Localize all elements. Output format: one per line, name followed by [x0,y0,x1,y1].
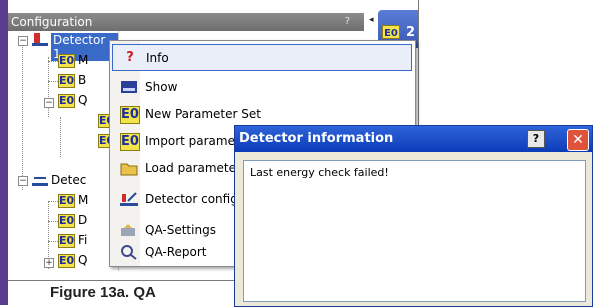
close-button[interactable]: ✕ [567,129,589,151]
menu-item-label: Load parameter [145,161,241,175]
configuration-tree: − Detector 1 E0 M E0 B − E0 Q E0 E0 − De… [8,31,119,271]
svg-text:E0: E0 [384,28,398,39]
collapse-toggle[interactable]: − [44,98,54,108]
tree-item[interactable]: M [78,53,88,67]
tree-item[interactable]: Q [78,93,87,107]
menu-item-label: QA-Settings [145,223,216,237]
dialog-title: Detector information [239,131,394,146]
collapse-toggle[interactable]: − [18,36,28,46]
menu-item-label: Show [145,80,178,94]
menu-item-new-parameter-set[interactable]: E0 New Parameter Set [112,101,412,128]
expand-toggle[interactable]: + [44,258,54,268]
pin-arrow-icon[interactable]: ◂ [369,15,374,25]
tree-item[interactable]: Fi [78,233,87,247]
left-accent-bar [0,0,8,305]
menu-item-info[interactable]: ? Info [112,44,412,71]
parameter-icon: E0 [120,106,140,124]
detector-information-dialog: Detector information ? ✕ Last energy che… [234,125,593,307]
dialog-message: Last energy check failed! [250,166,389,179]
show-icon [120,79,138,95]
detector-icon [32,33,48,47]
tree-item[interactable]: M [78,193,88,207]
configuration-title-bar: Configuration ? [8,13,364,31]
parameter-icon: E0 [58,254,75,268]
tree-item[interactable]: D [78,213,87,227]
collapse-toggle[interactable]: − [18,176,28,186]
menu-item-label: New Parameter Set [145,107,261,121]
tree-item-detector-2[interactable]: Detec [51,173,86,187]
help-icon[interactable]: ? [345,13,350,31]
menu-item-show[interactable]: Show [112,74,412,101]
parameter-icon: E0 [58,194,75,208]
import-icon: E0 [120,133,140,151]
tree-item[interactable]: Q [78,253,87,267]
parameter-icon: E0 [58,94,75,108]
dialog-title-bar[interactable]: Detector information ? ✕ [235,126,592,152]
menu-item-label: Import paramete [145,134,248,148]
menu-item-label: Info [146,51,169,65]
message-box: Last energy check failed! [243,160,586,302]
tree-item[interactable]: B [78,73,86,87]
parameter-icon: E0 [58,214,75,228]
parameter-icon: E0 [58,74,75,88]
parameter-icon: E0 [58,54,75,68]
detector-icon [32,173,48,187]
parameter-icon: E0 [58,234,75,248]
tab-number: 2 [406,25,416,40]
folder-icon [120,160,138,176]
menu-item-label: QA-Report [145,245,207,259]
qa-settings-icon [120,222,138,238]
detector-config-icon [120,191,138,207]
qa-report-icon [120,244,138,260]
figure-caption: Figure 13a. QA [50,284,156,301]
info-icon: ? [126,50,134,65]
menu-item-label: Detector configu [145,192,246,206]
configuration-title: Configuration [11,15,93,29]
help-button[interactable]: ? [527,130,545,148]
